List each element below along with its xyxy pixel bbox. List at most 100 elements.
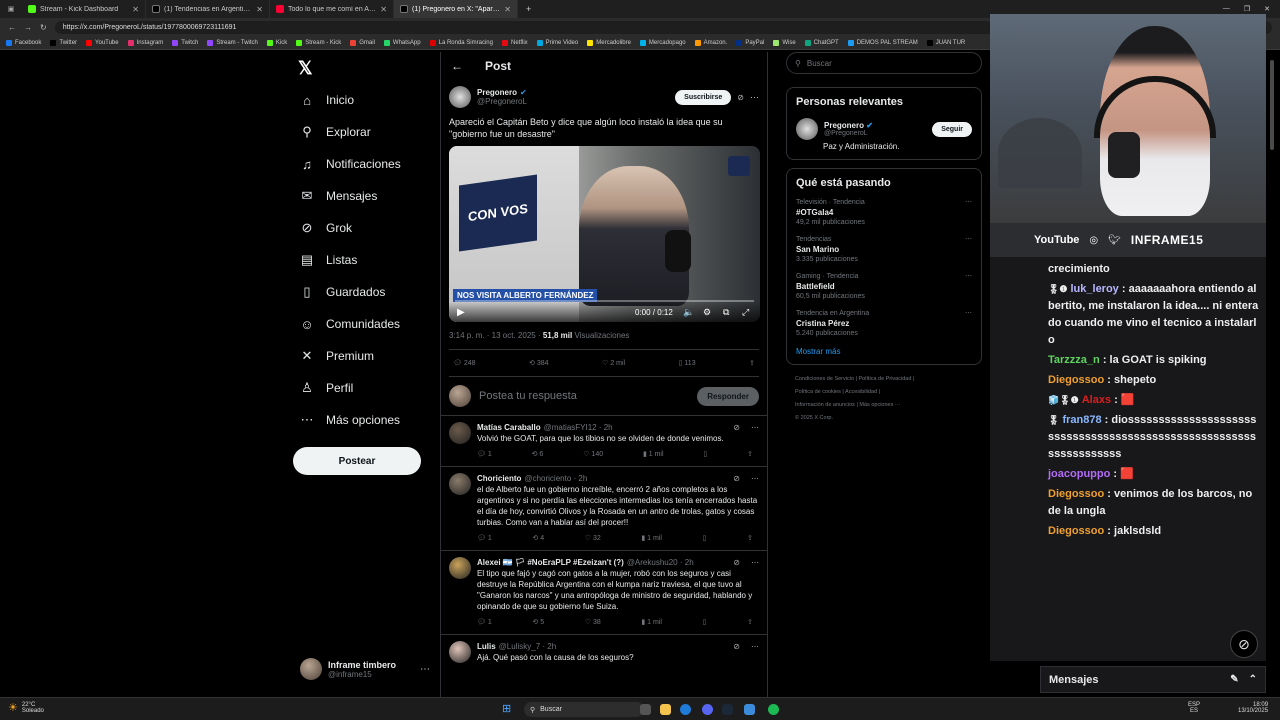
bookmark-item[interactable]: Mercadopago [639,40,686,46]
bookmark-item[interactable]: Gmail [350,40,375,46]
compose-message-icon[interactable]: ✎ [1230,674,1238,685]
window-menu-icon[interactable]: ▣ [0,5,22,13]
share-icon[interactable]: ⇪ [747,533,753,544]
bookmark-item[interactable]: La Ronda Simracing [429,40,493,46]
sidebar-item-guardados[interactable]: ▯ Guardados [292,276,432,308]
bookmark-item[interactable]: Facebook [6,40,41,46]
views-action[interactable]: ▮ 1 mil [641,617,662,628]
reply-more-icon[interactable]: ⋯ [751,641,759,652]
repost-action[interactable]: ⟲ 5 [532,617,544,628]
share-icon[interactable]: ⇪ [747,617,753,628]
page-scrollbar[interactable] [1270,60,1274,150]
like-action[interactable]: ♡ 2 mil [602,359,625,367]
reply-tweet[interactable]: Matías Caraballo @matiasFYI12 · 2h ⊘ ⋯ Volvi… [441,415,767,466]
reply-action[interactable]: 💬︎ 248 [453,359,476,367]
bookmark-item[interactable]: WhatsApp [383,40,421,46]
reply-author-name[interactable]: Lulis [477,641,496,652]
bookmark-item[interactable]: Wise [773,40,796,46]
play-icon[interactable]: ▶ [457,307,465,318]
grok-icon[interactable]: ⊘ [733,473,740,484]
reply-tweet[interactable]: Lulis @Lulisky_7 · 2h ⊘ ⋯ Ajá. Qué pasó con … [441,634,767,669]
chat-username[interactable]: joacopuppo [1048,468,1110,480]
tab-close-icon[interactable]: ✕ [256,5,263,14]
task-view-icon[interactable] [640,704,651,715]
reply-more-icon[interactable]: ⋯ [751,473,759,484]
discord-icon[interactable] [702,704,713,715]
bookmark-item[interactable]: Netflix [501,40,528,46]
share-icon[interactable]: ⇪ [749,359,755,367]
heart-action[interactable]: ♡ 38 [585,617,601,628]
comment-action[interactable]: 💬︎ 1 [477,449,492,460]
bookmark-item[interactable]: DEMOS PAL STREAM [847,40,918,46]
sidebar-item-listas[interactable]: ▤ Listas [292,244,432,276]
spotify-icon[interactable] [768,704,779,715]
bookmark-item[interactable]: Prime Video [536,40,578,46]
comment-action[interactable]: 💬︎ 1 [477,533,492,544]
grok-icon[interactable]: ⊘ [733,557,740,568]
browser-tab[interactable]: (1) Tendencias en Argentina (@p ✕ [146,0,270,18]
sidebar-item-comunidades[interactable]: ☺ Comunidades [292,308,432,340]
bookmark-item[interactable]: ChatGPT [804,40,839,46]
bookmark-item[interactable]: Twitter [50,40,77,46]
sidebar-item-mensajes[interactable]: ✉ Mensajes [292,180,432,212]
start-icon[interactable]: ⊞ [502,702,511,715]
reply-author-name[interactable]: Matías Caraballo [477,422,541,433]
repost-action[interactable]: ⟲ 4 [532,533,544,544]
share-icon[interactable]: ⇪ [747,449,753,460]
bookmark-item[interactable]: YouTube [86,40,119,46]
footer-line[interactable]: Condiciones de Servicio | Política de Pr… [795,373,982,386]
video-player[interactable]: CON VOS NOS VISITA ALBERTO FERNÁNDEZ ▶ 0… [449,146,760,322]
footer-line[interactable]: Información de anuncios | Más opciones ·… [795,399,982,412]
views-action[interactable]: ▮ 1 mil [643,449,664,460]
repost-action[interactable]: ⟲ 6 [532,449,544,460]
sidebar-item-mas-opciones[interactable]: ⋯ Más opciones [292,404,432,436]
sidebar-item-premium[interactable]: ✕ Premium [292,340,432,372]
footer-line[interactable]: Política de cookies | Accesibilidad | [795,386,982,399]
bookmark-item[interactable]: PayPal [736,40,764,46]
reply-tweet[interactable]: Alexei 🇦🇷 🏳 #NoEraPLP #Ezeizan't (?) @Are… [441,550,767,634]
search-input[interactable]: Buscar [807,59,832,68]
trend-more-icon[interactable]: ⋯ [965,272,972,280]
grok-icon[interactable]: ⊘ [737,93,744,102]
x-logo-icon[interactable]: 𝕏 [298,58,313,79]
chat-username[interactable]: Diegossoo [1048,488,1104,500]
reply-button[interactable]: Responder [697,386,759,406]
bookmark-item[interactable]: Mercadolibre [587,40,631,46]
bookmark-icon[interactable]: ▯ [703,449,707,460]
tab-close-icon[interactable]: ✕ [132,5,139,14]
chat-username[interactable]: Alaxs [1082,394,1111,406]
comment-action[interactable]: 💬︎ 1 [477,617,492,628]
close-window-icon[interactable]: ✕ [1264,5,1270,13]
grok-icon[interactable]: ⊘ [733,641,740,652]
relevant-name[interactable]: Pregonero [824,121,864,130]
file-explorer-icon[interactable] [660,704,671,715]
steam-icon[interactable] [722,704,733,715]
back-icon[interactable]: ← [8,23,16,32]
chat-messages-bar[interactable]: Mensajes ✎ ⌃ [1040,666,1266,693]
chat-username[interactable]: fran878 [1062,414,1101,426]
author-handle[interactable]: @PregoneroL [477,97,669,106]
new-tab-icon[interactable]: + [518,4,539,14]
bookmark-item[interactable]: Amazon. [694,40,727,46]
more-icon[interactable]: ⋯ [420,664,430,675]
trend-item[interactable]: Televisión · Tendencia ⋯ #OTGala4 49,2 mil … [796,198,972,227]
trend-item[interactable]: Tendencias ⋯ San Marino 3.335 publicaciones [796,235,972,264]
kick-chat-icon[interactable]: ⊘ [1230,630,1258,658]
avatar[interactable] [449,641,471,663]
bookmark-icon[interactable]: ▯ [703,533,707,544]
bookmark-item[interactable]: Kick [266,40,287,46]
show-more-link[interactable]: Mostrar más [796,347,972,356]
volume-icon[interactable]: 🔈 [683,307,694,318]
avatar[interactable] [449,422,471,444]
heart-action[interactable]: ♡ 32 [585,533,601,544]
follow-button[interactable]: Seguir [932,121,972,137]
video-progress-track[interactable] [455,300,754,302]
avatar[interactable] [449,557,471,579]
account-switcher[interactable]: Inframe timbero @inframe15 ⋯ [300,658,430,680]
grok-icon[interactable]: ⊘ [733,422,740,433]
reply-author-name[interactable]: Choriciento [477,473,521,484]
chat-username[interactable]: Diegossoo [1048,374,1104,386]
browser-tab[interactable]: Stream - Kick Dashboard ✕ [22,0,146,18]
author-name[interactable]: Pregonero [477,88,517,97]
sidebar-item-perfil[interactable]: ♙ Perfil [292,372,432,404]
